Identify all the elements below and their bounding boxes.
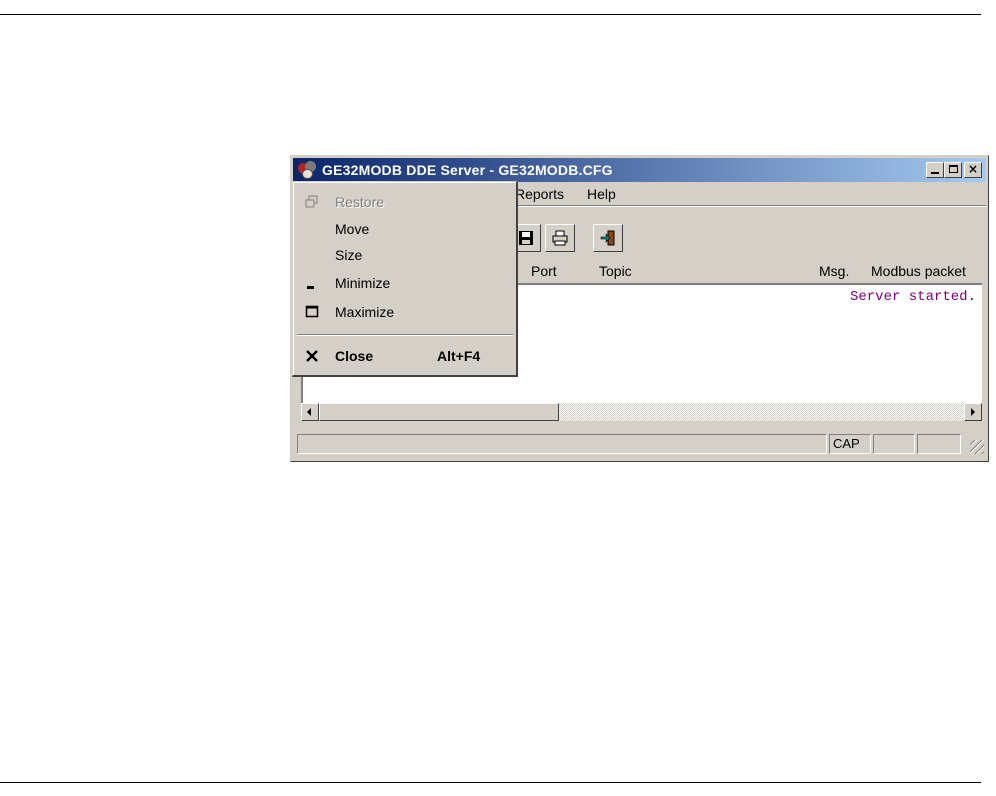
menu-item-move[interactable]: Move	[293, 219, 515, 241]
menu-item-maximize[interactable]: Maximize	[293, 302, 515, 324]
exit-icon	[600, 230, 615, 246]
maximize-button[interactable]	[944, 162, 962, 178]
column-msg[interactable]: Msg.	[819, 263, 849, 279]
menu-item-label: Restore	[335, 194, 385, 210]
minimize-icon	[305, 276, 319, 290]
arrow-left-icon	[307, 408, 311, 416]
log-line: Server started.	[849, 289, 976, 305]
menu-item-label: Move	[335, 221, 370, 237]
menu-item-restore[interactable]: Restore	[293, 192, 515, 214]
title-bar[interactable]: GE32MODB DDE Server - GE32MODB.CFG ×	[293, 158, 986, 182]
save-icon	[519, 231, 533, 245]
print-icon	[552, 230, 568, 246]
status-panel-scrl	[917, 434, 961, 454]
maximize-icon	[305, 305, 319, 319]
column-modbus-packet[interactable]: Modbus packet	[871, 263, 966, 279]
status-panel-num	[873, 434, 915, 454]
page-top-rule	[0, 14, 981, 15]
menu-item-close[interactable]: Close Alt+F4	[293, 346, 515, 368]
menu-item-label: Maximize	[335, 304, 395, 320]
window-title: GE32MODB DDE Server - GE32MODB.CFG	[322, 162, 613, 178]
restore-icon	[305, 195, 319, 209]
close-button[interactable]: ×	[964, 162, 982, 178]
print-button[interactable]	[545, 224, 575, 252]
system-menu: Restore Move Size Minimize Maximize Clos…	[292, 181, 518, 377]
close-icon	[305, 349, 319, 363]
scroll-right-button[interactable]	[964, 403, 982, 421]
scroll-thumb[interactable]	[319, 403, 559, 421]
menu-help[interactable]: Help	[587, 186, 616, 202]
menu-item-label: Close	[335, 348, 374, 364]
scroll-left-button[interactable]	[301, 403, 319, 421]
close-icon: ×	[967, 162, 979, 176]
status-panel-cap: CAP	[829, 434, 871, 454]
horizontal-scrollbar[interactable]	[301, 403, 982, 421]
menu-reports[interactable]: Reports	[515, 186, 564, 202]
resize-grip-icon[interactable]	[970, 440, 984, 454]
exit-button[interactable]	[593, 224, 623, 252]
menu-item-size[interactable]: Size	[293, 245, 515, 267]
minimize-icon	[931, 172, 939, 174]
menu-item-shortcut: Alt+F4	[437, 348, 481, 364]
menu-separator	[297, 334, 513, 336]
caption-buttons: ×	[926, 162, 982, 178]
status-bar: CAP	[293, 432, 986, 456]
status-panel-main	[297, 434, 827, 454]
minimize-button[interactable]	[926, 162, 944, 178]
page-bottom-rule	[0, 782, 981, 783]
menu-item-minimize[interactable]: Minimize	[293, 273, 515, 295]
menu-item-label: Size	[335, 247, 363, 263]
app-icon[interactable]	[297, 160, 317, 180]
menu-item-label: Minimize	[335, 275, 391, 291]
column-port[interactable]: Port	[531, 263, 557, 279]
maximize-icon	[948, 165, 958, 173]
column-topic[interactable]: Topic	[599, 263, 632, 279]
arrow-right-icon	[971, 408, 975, 416]
